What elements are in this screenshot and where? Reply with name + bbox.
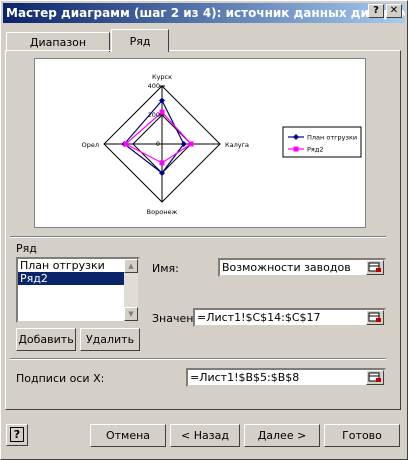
help-button[interactable]: ?	[6, 424, 28, 446]
category-label: Орел	[82, 141, 99, 149]
category-label: Калуга	[225, 141, 249, 149]
series-list-item[interactable]: План отгрузки	[18, 259, 138, 272]
window-title: Мастер диаграмм (шаг 2 из 4): источник д…	[6, 6, 405, 20]
help-icon: ?	[9, 427, 25, 442]
series-section-label: Ряд	[16, 242, 37, 255]
finish-button[interactable]: Готово	[324, 424, 400, 447]
title-help-button[interactable]: ?	[368, 4, 384, 18]
category-label: Курск	[152, 73, 172, 81]
legend-label: План отгрузки	[307, 134, 357, 142]
name-ref-button[interactable]	[366, 260, 384, 275]
radial-tick-label: 200	[148, 111, 160, 119]
separator	[10, 358, 386, 360]
delete-series-button[interactable]: Удалить	[80, 328, 140, 351]
chart-preview: Курск Калуга Воронеж Орел 400 200 0 План отгру…	[34, 58, 366, 228]
category-label: Воронеж	[147, 208, 178, 216]
series-line	[124, 111, 192, 164]
radar-chart: Курск Калуга Воронеж Орел 400 200 0 План отгру…	[82, 73, 362, 216]
tab-data-range[interactable]: Диапазон данных	[6, 32, 110, 69]
separator	[10, 236, 386, 238]
series-point	[159, 109, 165, 115]
values-field-value: =Лист1!$C$14:$C$17	[197, 311, 321, 324]
legend-marker	[293, 146, 299, 152]
series-point	[159, 160, 165, 166]
series-point	[123, 141, 129, 147]
title-close-button[interactable]: ✕	[386, 4, 402, 18]
tab-series[interactable]: Ряд	[111, 29, 169, 52]
series-list-item-selected[interactable]: Ряд2	[18, 272, 138, 285]
series-listbox[interactable]: План отгрузки Ряд2 ▲ ▼	[16, 257, 140, 323]
scroll-up-icon[interactable]: ▲	[124, 259, 138, 273]
axis-labels-value: =Лист1!$B$5:$B$8	[190, 371, 300, 384]
cancel-button[interactable]: Отмена	[90, 424, 166, 447]
values-field[interactable]: =Лист1!$C$14:$C$17	[193, 308, 386, 327]
radial-tick-label: 0	[156, 140, 160, 148]
next-button[interactable]: Далее >	[244, 424, 320, 447]
name-field-value: Возможности заводов	[222, 261, 351, 274]
name-field[interactable]: Возможности заводов	[218, 258, 386, 277]
series-point	[188, 141, 194, 147]
radial-tick-label: 400	[148, 82, 160, 90]
values-ref-button[interactable]	[366, 310, 384, 325]
axis-ref-button[interactable]	[366, 370, 384, 385]
name-label: Имя:	[152, 262, 179, 275]
range-select-icon	[368, 312, 381, 322]
add-series-button[interactable]: Добавить	[16, 328, 76, 351]
range-select-icon	[368, 262, 381, 272]
listbox-scrollbar[interactable]: ▲ ▼	[124, 259, 138, 321]
legend-label: Ряд2	[307, 146, 323, 154]
axis-labels-label: Подписи оси X:	[16, 372, 105, 385]
back-button[interactable]: < Назад	[170, 424, 240, 447]
scroll-down-icon[interactable]: ▼	[124, 307, 138, 321]
axis-labels-field[interactable]: =Лист1!$B$5:$B$8	[186, 368, 386, 387]
title-bar: Мастер диаграмм (шаг 2 из 4): источник д…	[3, 3, 405, 23]
range-select-icon	[368, 372, 381, 382]
